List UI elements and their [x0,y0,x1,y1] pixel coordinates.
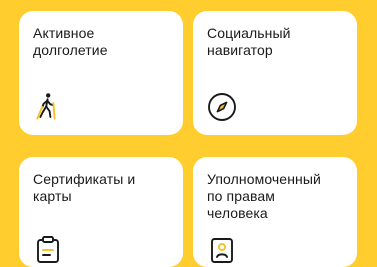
nordic-walking-icon [33,91,63,121]
clipboard-icon [33,234,63,264]
tile-label: Социальный навигатор [207,25,291,58]
tile-label: Активное долголетие [33,25,108,58]
tile-social-navigator[interactable]: Социальный навигатор [193,11,357,135]
compass-icon [207,92,237,122]
tile-active-longevity[interactable]: Активное долголетие [19,11,183,135]
tile-label: Сертификаты и карты [33,171,136,204]
tile-label: Уполномоченный по правам человека [207,171,321,221]
id-badge-icon [207,234,237,264]
